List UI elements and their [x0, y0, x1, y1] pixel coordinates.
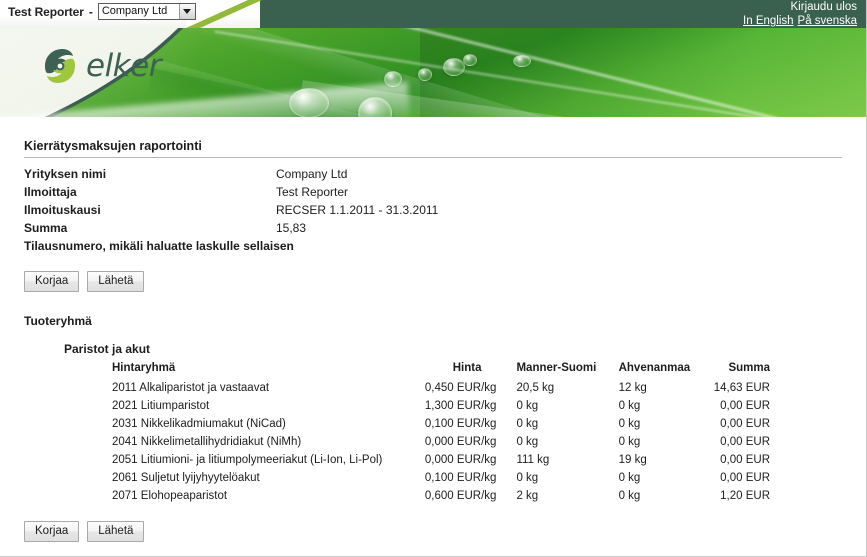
- top-bar-links: Kirjaudu ulos In English På svenska: [743, 1, 857, 28]
- table-row: 2051 Litiumioni- ja litiumpolymeeriakut …: [112, 451, 770, 469]
- cell-price: 0,100 EUR/kg: [424, 418, 497, 430]
- language-links: In English På svenska: [743, 14, 857, 28]
- cell-aland: 12 kg: [618, 382, 647, 394]
- info-label-order-number: Tilausnumero, mikäli haluatte laskulle s…: [24, 239, 294, 253]
- info-label-total: Summa: [24, 221, 68, 235]
- top-bar: Test Reporter - Company Ltd Kirjaudu ulo…: [0, 0, 866, 28]
- product-group-heading: Tuoteryhmä: [24, 314, 92, 328]
- logout-link[interactable]: Kirjaudu ulos: [743, 1, 857, 14]
- cell-price-group-name: 2011 Alkaliparistot ja vastaavat: [112, 382, 270, 394]
- language-link-swedish[interactable]: På svenska: [798, 15, 857, 27]
- table-row: 2071 Elohopeaparistot 0,600 EUR/kg 2 kg …: [112, 487, 770, 505]
- cell-aland: 19 kg: [618, 454, 647, 466]
- cell-sum: 0,00 EUR: [720, 418, 770, 430]
- cell-price: 0,000 EUR/kg: [424, 454, 497, 466]
- reporter-name-label: Test Reporter: [8, 4, 84, 19]
- price-table-body: 2011 Alkaliparistot ja vastaavat 0,450 E…: [112, 379, 770, 505]
- cell-sum: 0,00 EUR: [720, 472, 770, 484]
- cell-sum: 14,63 EUR: [713, 382, 770, 394]
- info-row: Yrityksen nimi Company Ltd: [24, 167, 438, 185]
- cell-sum: 0,00 EUR: [720, 454, 770, 466]
- cell-price-group-name: 2071 Elohopeaparistot: [112, 490, 228, 502]
- elker-logo-mark-icon: [45, 49, 75, 83]
- chevron-down-icon[interactable]: [178, 4, 195, 19]
- table-row: 2061 Suljetut lyijyhyytelöakut 0,100 EUR…: [112, 469, 770, 487]
- cell-price: 0,600 EUR/kg: [424, 490, 497, 502]
- company-select[interactable]: Company Ltd: [97, 3, 196, 20]
- cell-aland: 0 kg: [618, 418, 641, 430]
- cell-price-group-name: 2061 Suljetut lyijyhyytelöakut: [112, 472, 260, 484]
- cell-aland: 0 kg: [618, 400, 641, 412]
- table-row: 2041 Nikkelimetallihydridiakut (NiMh) 0,…: [112, 433, 770, 451]
- elker-wordmark: elker: [86, 48, 161, 84]
- cell-mainland: 0 kg: [516, 436, 539, 448]
- column-header-aland: Ahvenanmaa: [618, 362, 691, 374]
- correct-button-bottom[interactable]: Korjaa: [24, 521, 80, 542]
- page-title: Kierrätysmaksujen raportointi: [24, 139, 842, 158]
- table-row: 2011 Alkaliparistot ja vastaavat 0,450 E…: [112, 379, 770, 397]
- cell-price-group-name: 2041 Nikkelimetallihydridiakut (NiMh): [112, 436, 302, 448]
- info-row: Ilmoituskausi RECSER 1.1.2011 - 31.3.201…: [24, 203, 438, 221]
- cell-price-group-name: 2021 Litiumparistot: [112, 400, 210, 412]
- info-label-period: Ilmoituskausi: [24, 203, 101, 217]
- language-link-english[interactable]: In English: [743, 15, 794, 27]
- report-info-table: Yrityksen nimi Company Ltd Ilmoittaja Te…: [24, 167, 438, 257]
- cell-price-group-name: 2051 Litiumioni- ja litiumpolymeeriakut …: [112, 454, 383, 466]
- action-buttons-top: Korjaa Lähetä: [24, 271, 866, 292]
- info-label-company-name: Yrityksen nimi: [24, 167, 107, 181]
- cell-mainland: 111 kg: [516, 454, 550, 466]
- info-value-company-name: Company Ltd: [276, 167, 348, 181]
- info-value-reporter: Test Reporter: [276, 185, 349, 199]
- cell-sum: 0,00 EUR: [720, 400, 770, 412]
- column-header-price: Hinta: [452, 362, 482, 374]
- cell-mainland: 0 kg: [516, 400, 539, 412]
- cell-price: 0,000 EUR/kg: [424, 436, 497, 448]
- info-row: Tilausnumero, mikäli haluatte laskulle s…: [24, 239, 438, 257]
- cell-aland: 0 kg: [618, 472, 641, 484]
- correct-button-top[interactable]: Korjaa: [24, 271, 80, 292]
- water-droplet-icon: [443, 58, 465, 76]
- main-content: Kierrätysmaksujen raportointi Yrityksen …: [0, 117, 866, 542]
- application-page: Test Reporter - Company Ltd Kirjaudu ulo…: [0, 0, 867, 557]
- send-button-top[interactable]: Lähetä: [87, 271, 145, 292]
- info-row: Summa 15,83: [24, 221, 438, 239]
- table-row: 2021 Litiumparistot 1,300 EUR/kg 0 kg 0 …: [112, 397, 770, 415]
- cell-mainland: 0 kg: [516, 472, 539, 484]
- cell-price: 1,300 EUR/kg: [424, 400, 497, 412]
- send-button-bottom[interactable]: Lähetä: [87, 521, 145, 542]
- cell-mainland: 20,5 kg: [516, 382, 555, 394]
- water-droplet-icon: [418, 68, 432, 81]
- column-header-sum: Summa: [728, 362, 770, 374]
- reporter-selector-group: Test Reporter - Company Ltd: [8, 3, 196, 20]
- info-label-reporter: Ilmoittaja: [24, 185, 77, 199]
- company-select-value: Company Ltd: [101, 5, 168, 17]
- info-value-period: RECSER 1.1.2011 - 31.3.2011: [276, 203, 439, 217]
- elker-logo[interactable]: elker: [38, 44, 161, 88]
- water-droplet-icon: [513, 55, 531, 67]
- cell-mainland: 0 kg: [516, 418, 539, 430]
- info-row: Ilmoittaja Test Reporter: [24, 185, 438, 203]
- cell-sum: 1,20 EUR: [720, 490, 770, 502]
- cell-price-group-name: 2031 Nikkelikadmiumakut (NiCad): [112, 418, 286, 430]
- cell-aland: 0 kg: [618, 490, 641, 502]
- column-header-price-group: Hintaryhmä: [112, 362, 176, 374]
- cell-price: 0,100 EUR/kg: [424, 472, 497, 484]
- cell-price: 0,450 EUR/kg: [424, 382, 497, 394]
- cell-aland: 0 kg: [618, 436, 641, 448]
- header-banner: elker: [0, 28, 866, 117]
- table-header-row: Hintaryhmä Hinta Manner-Suomi Ahvenanmaa…: [112, 362, 770, 379]
- cell-mainland: 2 kg: [516, 490, 539, 502]
- column-header-mainland: Manner-Suomi: [516, 362, 597, 374]
- action-buttons-bottom: Korjaa Lähetä: [24, 521, 866, 542]
- water-droplet-icon: [463, 54, 477, 66]
- price-group-table: Hintaryhmä Hinta Manner-Suomi Ahvenanmaa…: [112, 362, 770, 505]
- reporter-dash-separator: -: [88, 4, 93, 19]
- info-value-total: 15,83: [276, 221, 307, 235]
- cell-sum: 0,00 EUR: [720, 436, 770, 448]
- table-row: 2031 Nikkelikadmiumakut (NiCad) 0,100 EU…: [112, 415, 770, 433]
- product-subgroup-heading: Paristot ja akut: [64, 342, 151, 356]
